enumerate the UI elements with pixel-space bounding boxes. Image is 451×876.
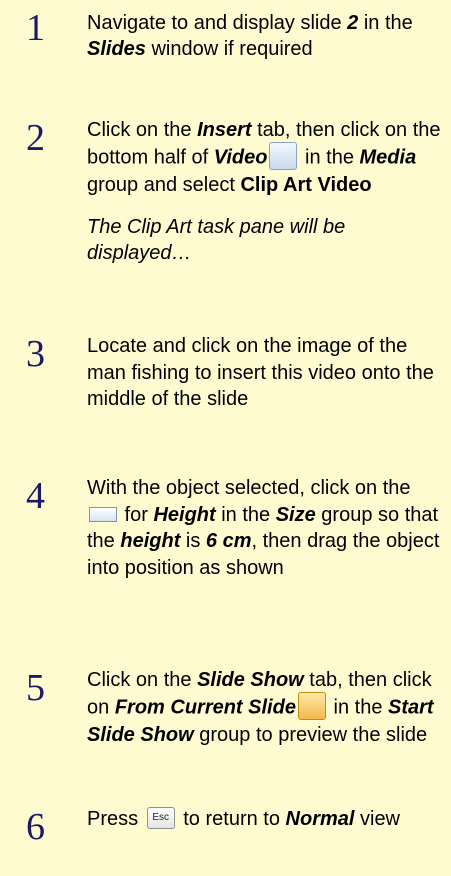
step-text: Press Esc to return to Normal view	[87, 806, 401, 830]
step-text: With the object selected, click on the f…	[87, 477, 440, 579]
spinner-up-icon	[89, 506, 117, 522]
esc-key-icon: Esc	[146, 806, 175, 829]
step-note: The Clip Art task pane will be displayed…	[87, 216, 346, 264]
from-current-slide-icon	[297, 691, 326, 720]
step-text: Click on the Slide Show tab, then click …	[87, 669, 434, 746]
step-text: Locate and click on the image of the man…	[87, 335, 434, 410]
step-text: Click on the Insert tab, then click on t…	[87, 117, 447, 266]
step-number: 6	[26, 806, 45, 848]
step-number: 4	[26, 475, 45, 517]
step-text: Navigate to and display slide 2 in the S…	[87, 12, 413, 60]
step-number: 3	[26, 333, 45, 375]
step-number: 1	[26, 7, 45, 49]
step-number: 5	[26, 667, 45, 709]
video-icon	[269, 142, 298, 170]
step-number: 2	[26, 117, 45, 159]
